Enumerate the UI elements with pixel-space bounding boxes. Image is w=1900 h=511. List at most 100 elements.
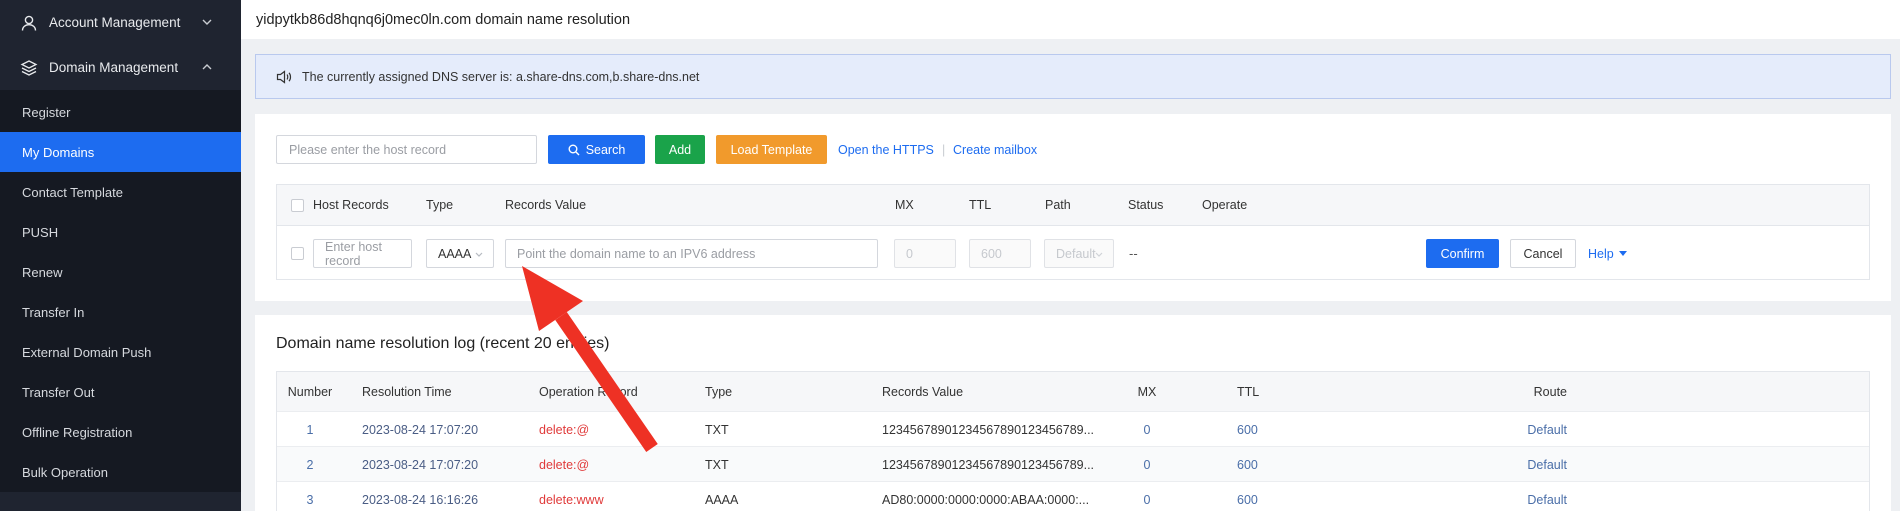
sidebar-item-label: Offline Registration	[22, 424, 133, 440]
host-record-input[interactable]: Enter host record	[313, 239, 412, 268]
col-ttl: TTL	[1237, 385, 1260, 399]
col-type: Type	[426, 198, 454, 212]
sidebar-item-label: Register	[22, 104, 71, 120]
row-route: Default	[1527, 423, 1567, 437]
row-checkbox[interactable]	[291, 247, 304, 260]
path-select[interactable]: Default	[1044, 239, 1114, 268]
row-time: 2023-08-24 17:07:20	[362, 458, 479, 472]
dns-notice-text: The currently assigned DNS server is: a.…	[302, 69, 700, 84]
select-all-checkbox[interactable]	[291, 199, 304, 212]
speaker-icon	[276, 69, 292, 84]
sidebar-item-bulk-operation[interactable]: Bulk Operation	[0, 452, 241, 492]
row-type: TXT	[705, 458, 729, 472]
col-resolution-time: Resolution Time	[362, 385, 452, 399]
col-route: Route	[1533, 385, 1567, 399]
sidebar-item-label: Transfer In	[22, 304, 85, 320]
sidebar: Account Management Domain Management Reg…	[0, 0, 241, 511]
type-select[interactable]: AAAA	[426, 239, 494, 268]
col-type: Type	[705, 385, 733, 399]
row-number: 1	[306, 423, 314, 437]
sidebar-item-contact-template[interactable]: Contact Template	[0, 172, 241, 212]
sidebar-item-label: PUSH	[22, 224, 59, 240]
layers-icon	[20, 59, 38, 77]
row-mx: 0	[1143, 423, 1151, 437]
col-ttl: TTL	[969, 198, 992, 212]
sidebar-item-offline-registration[interactable]: Offline Registration	[0, 412, 241, 452]
open-https-link[interactable]: Open the HTTPS	[838, 135, 934, 164]
type-select-value: AAAA	[438, 246, 472, 261]
row-operation: delete:www	[539, 493, 604, 507]
sidebar-item-transfer-out[interactable]: Transfer Out	[0, 372, 241, 412]
sidebar-item-transfer-in[interactable]: Transfer In	[0, 292, 241, 332]
page-title-text: yidpytkb86d8hqnq6j0mec0ln.com domain nam…	[256, 11, 631, 28]
table-row: 3 2023-08-24 16:16:26 delete:www AAAA AD…	[277, 482, 1869, 511]
record-panel: Search Add Load Template Open the HTTPS …	[255, 114, 1891, 301]
user-icon	[20, 14, 38, 32]
chevron-up-icon	[202, 64, 212, 70]
host-search-input[interactable]	[276, 135, 537, 164]
sidebar-submenu: Register My Domains Contact Template PUS…	[0, 90, 241, 492]
col-mx: MX	[1137, 385, 1157, 399]
search-button-label: Search	[585, 142, 626, 157]
sidebar-item-external-domain-push[interactable]: External Domain Push	[0, 332, 241, 372]
ttl-input[interactable]: 600	[969, 239, 1031, 268]
sidebar-item-label: Renew	[22, 264, 63, 280]
sidebar-group-domain[interactable]: Domain Management	[0, 45, 241, 90]
sidebar-item-label: Contact Template	[22, 184, 123, 200]
row-ttl: 600	[1237, 423, 1258, 437]
table-row: 1 2023-08-24 17:07:20 delete:@ TXT 12345…	[277, 412, 1869, 447]
create-mailbox-link[interactable]: Create mailbox	[953, 135, 1037, 164]
row-mx: 0	[1143, 493, 1151, 507]
load-template-button[interactable]: Load Template	[716, 135, 827, 164]
row-operation: delete:@	[539, 423, 590, 437]
record-editor-table: Host Records Type Records Value MX TTL P…	[276, 184, 1870, 280]
row-value: 12345678901234567890123456789...	[882, 423, 1095, 437]
row-route: Default	[1527, 493, 1567, 507]
log-table-header: Number Resolution Time Operation Record …	[277, 372, 1869, 412]
sidebar-item-label: My Domains	[22, 144, 95, 160]
caret-down-icon	[1618, 251, 1627, 256]
col-records-value: Records Value	[882, 385, 964, 399]
path-select-value: Default	[1056, 246, 1096, 261]
link-separator: |	[942, 142, 946, 157]
log-table: Number Resolution Time Operation Record …	[276, 371, 1870, 511]
add-button[interactable]: Add	[655, 135, 705, 164]
confirm-button[interactable]: Confirm	[1426, 239, 1499, 268]
sidebar-item-push[interactable]: PUSH	[0, 212, 241, 252]
record-editor-header: Host Records Type Records Value MX TTL P…	[277, 185, 1869, 226]
sidebar-item-register[interactable]: Register	[0, 92, 241, 132]
col-mx: MX	[895, 198, 914, 212]
chevron-down-icon	[202, 19, 212, 25]
table-row: 2 2023-08-24 17:07:20 delete:@ TXT 12345…	[277, 447, 1869, 482]
main-content: yidpytkb86d8hqnq6j0mec0ln.com domain nam…	[241, 0, 1900, 511]
sidebar-item-label: Bulk Operation	[22, 464, 108, 480]
row-time: 2023-08-24 17:07:20	[362, 423, 479, 437]
row-operation: delete:@	[539, 458, 590, 472]
log-title: Domain name resolution log (recent 20 en…	[276, 335, 610, 352]
help-dropdown[interactable]: Help	[1588, 239, 1627, 268]
mx-input[interactable]: 0	[894, 239, 956, 268]
col-path: Path	[1045, 198, 1071, 212]
search-button[interactable]: Search	[548, 135, 645, 164]
help-label: Help	[1588, 246, 1614, 261]
col-records-value: Records Value	[505, 198, 587, 212]
dns-notice: The currently assigned DNS server is: a.…	[255, 54, 1891, 99]
row-mx: 0	[1143, 458, 1151, 472]
row-type: TXT	[705, 423, 729, 437]
records-value-input[interactable]: Point the domain name to an IPV6 address	[505, 239, 878, 268]
sidebar-item-renew[interactable]: Renew	[0, 252, 241, 292]
sidebar-item-my-domains[interactable]: My Domains	[0, 132, 241, 172]
col-status: Status	[1128, 198, 1164, 212]
chevron-down-icon	[475, 252, 483, 257]
row-ttl: 600	[1237, 458, 1258, 472]
record-editor-row: Enter host record AAAA Point the domain …	[277, 226, 1869, 280]
row-time: 2023-08-24 16:16:26	[362, 493, 479, 507]
sidebar-group-account[interactable]: Account Management	[0, 0, 241, 45]
page-title: yidpytkb86d8hqnq6j0mec0ln.com domain nam…	[241, 0, 1900, 39]
cancel-button[interactable]: Cancel	[1510, 239, 1576, 268]
row-number: 2	[306, 458, 314, 472]
row-type: AAAA	[705, 493, 739, 507]
status-value: --	[1129, 246, 1138, 261]
col-operate: Operate	[1202, 198, 1248, 212]
resolution-log-panel: Domain name resolution log (recent 20 en…	[255, 315, 1891, 511]
